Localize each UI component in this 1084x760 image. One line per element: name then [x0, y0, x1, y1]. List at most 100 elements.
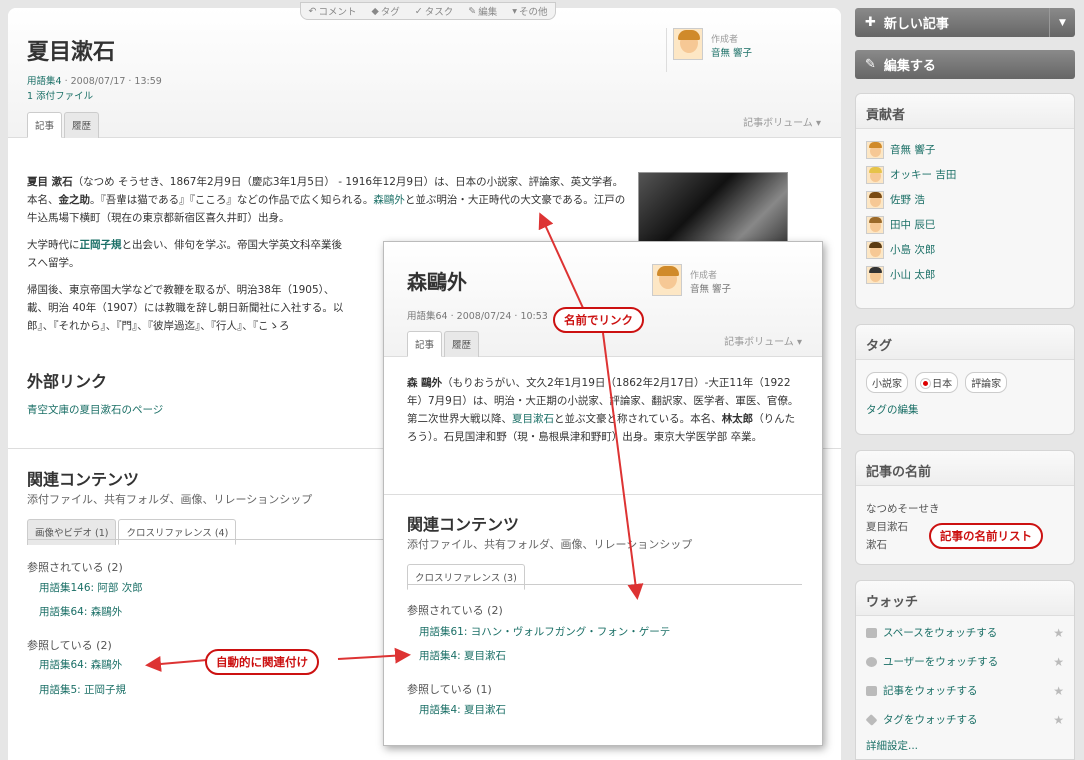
pencil-icon: ✎	[865, 57, 876, 72]
external-link[interactable]: 青空文庫の夏目漱石のページ	[27, 402, 163, 417]
referenced-by-label: 参照されている (2)	[407, 604, 503, 617]
page-title: 夏目漱石	[27, 40, 116, 65]
toolbar-more[interactable]: ▾ その他	[512, 4, 547, 19]
author-name[interactable]: 音無 響子	[690, 281, 731, 295]
star-icon[interactable]: ★	[1053, 626, 1064, 640]
callout-name-list: 記事の名前リスト	[929, 523, 1043, 549]
tab-history[interactable]: 履歴	[444, 331, 480, 357]
name-item: なつめそーせき	[866, 503, 940, 515]
tab-crossref[interactable]: クロスリファレンス (4)	[118, 519, 237, 545]
toolbar-tag[interactable]: ◆ タグ	[371, 4, 399, 19]
avatar[interactable]	[673, 28, 703, 60]
contributor-item[interactable]: オッキー 吉田	[856, 162, 1074, 187]
tab-article[interactable]: 記事	[27, 112, 63, 138]
watch-space[interactable]: スペースをウォッチする ★	[856, 618, 1074, 647]
edit-button[interactable]: ✎ 編集する	[855, 50, 1075, 79]
references-label: 参照している (1)	[407, 683, 492, 696]
collection-link[interactable]: 用語集4	[27, 76, 62, 87]
toolbar-task[interactable]: ✓ タスク	[414, 4, 453, 19]
tab-article[interactable]: 記事	[407, 331, 443, 357]
ref-link[interactable]: 用語集61: ヨハン・ヴォルフガング・フォン・ゲーテ	[419, 624, 670, 639]
avatar	[866, 265, 884, 284]
avatar	[866, 165, 884, 184]
contributor-item[interactable]: 田中 辰巳	[856, 212, 1074, 237]
related-subtitle: 添付ファイル、共有フォルダ、画像、リレーションシップ	[27, 493, 313, 506]
chevron-down-icon: ▾	[512, 5, 517, 17]
tags-title: タグ	[856, 325, 1074, 360]
link-masaoka-shiki[interactable]: 正岡子規	[80, 239, 122, 251]
author-box: 作成者 音無 響子	[666, 28, 786, 72]
related-tabs: 画像やビデオ (1) クロスリファレンス (4)	[27, 519, 237, 545]
popup-tabs: 記事 履歴	[407, 331, 480, 357]
author-label: 作成者	[711, 35, 739, 45]
tab-crossref[interactable]: クロスリファレンス (3)	[407, 564, 525, 590]
divider	[407, 584, 802, 585]
watch-tag[interactable]: タグをウォッチする ★	[856, 705, 1074, 734]
watch-article[interactable]: 記事をウォッチする ★	[856, 676, 1074, 705]
contributor-item[interactable]: 小島 次郎	[856, 237, 1074, 262]
contributors-title: 貢献者	[856, 94, 1074, 129]
contributor-item[interactable]: 佐野 浩	[856, 187, 1074, 212]
article-date: · 2008/07/17 · 13:59	[64, 76, 162, 87]
toolbar-comment[interactable]: ↶ コメント	[308, 4, 356, 19]
tag-icon	[865, 713, 878, 726]
author-label: 作成者	[690, 271, 718, 281]
ref-link[interactable]: 用語集4: 夏目漱石	[419, 702, 506, 717]
volume-menu[interactable]: 記事ボリューム ▾	[743, 114, 821, 129]
user-icon	[866, 656, 877, 667]
tab-history[interactable]: 履歴	[64, 112, 100, 138]
avatar[interactable]	[652, 264, 682, 296]
popup-meta: 用語集64 · 2008/07/24 · 10:53	[407, 311, 548, 322]
divider	[27, 539, 387, 540]
space-icon	[866, 627, 877, 638]
callout-name-link: 名前でリンク	[553, 307, 644, 333]
contributor-item[interactable]: 音無 響子	[856, 137, 1074, 162]
tag-chip[interactable]: 評論家	[965, 372, 1008, 393]
star-icon[interactable]: ★	[1053, 655, 1064, 669]
ref-link[interactable]: 用語集146: 阿部 次郎	[39, 580, 143, 595]
flag-icon	[921, 379, 931, 388]
watch-user[interactable]: ユーザーをウォッチする ★	[856, 647, 1074, 676]
tag-icon: ◆	[371, 5, 379, 17]
star-icon[interactable]: ★	[1053, 684, 1064, 698]
check-icon: ✓	[414, 5, 423, 17]
link-natsume-soseki[interactable]: 夏目漱石	[512, 413, 554, 425]
related-title: 関連コンテンツ	[27, 470, 140, 489]
tag-edit-link[interactable]: タグの編集	[856, 393, 1074, 417]
tag-chip[interactable]: 小説家	[866, 372, 908, 393]
popup-related-title: 関連コンテンツ	[407, 515, 520, 534]
star-icon[interactable]: ★	[1053, 713, 1064, 727]
new-article-button[interactable]: ✚ 新しい記事 ▼	[855, 8, 1075, 37]
ref-link[interactable]: 用語集64: 森鷗外	[39, 657, 122, 672]
popup-author-box: 作成者 音無 響子	[646, 264, 766, 308]
tags-panel: タグ 小説家 日本 評論家 タグの編集	[855, 324, 1075, 435]
chevron-down-icon: ▾	[796, 337, 802, 348]
attachment-link[interactable]: 1 添付ファイル	[27, 88, 93, 102]
popup-related-subtitle: 添付ファイル、共有フォルダ、画像、リレーションシップ	[407, 538, 693, 551]
popup-related-tabs: クロスリファレンス (3)	[407, 564, 525, 590]
ref-link[interactable]: 用語集64: 森鷗外	[39, 604, 122, 619]
chevron-down-icon[interactable]: ▼	[1049, 8, 1075, 37]
detail-settings-link[interactable]: 詳細設定...	[856, 734, 1074, 753]
avatar	[866, 140, 884, 159]
volume-menu[interactable]: 記事ボリューム ▾	[724, 333, 802, 348]
tab-media[interactable]: 画像やビデオ (1)	[27, 519, 117, 545]
contributors-panel: 貢献者 音無 響子 オッキー 吉田 佐野 浩 田中 辰巳 小島 次郎 小山 太郎	[855, 93, 1075, 309]
article-meta: 用語集4 · 2008/07/17 · 13:59	[27, 73, 162, 87]
referenced-by-label: 参照されている (2)	[27, 561, 123, 574]
popup-title: 森鷗外	[407, 270, 467, 294]
tag-chip[interactable]: 日本	[915, 372, 959, 393]
contributor-item[interactable]: 小山 太郎	[856, 262, 1074, 287]
toolbar-edit[interactable]: ✎ 編集	[468, 4, 497, 19]
references-label: 参照している (2)	[27, 639, 112, 652]
ref-link[interactable]: 用語集4: 夏目漱石	[419, 648, 506, 663]
link-mori-ogai[interactable]: 森鷗外	[373, 194, 405, 206]
names-title: 記事の名前	[856, 451, 1074, 486]
article-toolbar: ↶ コメント ◆ タグ ✓ タスク ✎ 編集 ▾ その他	[300, 2, 556, 20]
watch-title: ウォッチ	[856, 581, 1074, 616]
author-name[interactable]: 音無 響子	[711, 45, 752, 59]
ref-link[interactable]: 用語集5: 正岡子規	[39, 682, 126, 697]
divider	[384, 494, 822, 495]
watch-panel: ウォッチ スペースをウォッチする ★ ユーザーをウォッチする ★ 記事をウォッチする…	[855, 580, 1075, 760]
external-links-title: 外部リンク	[27, 372, 108, 391]
